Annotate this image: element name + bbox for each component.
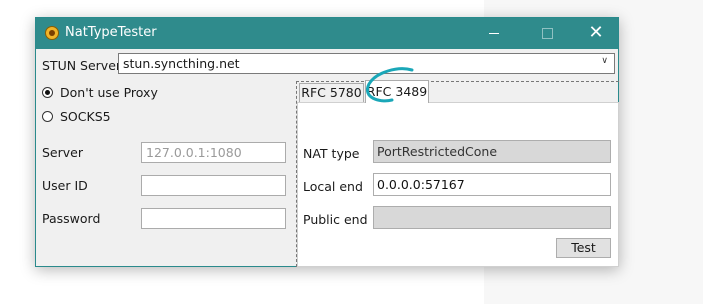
socks5-radio[interactable]: SOCKS5 bbox=[42, 108, 152, 126]
no-proxy-radio[interactable]: Don't use Proxy bbox=[42, 84, 158, 102]
public-end-field[interactable] bbox=[373, 206, 611, 229]
password-label: Password bbox=[42, 211, 101, 226]
minimize-icon bbox=[489, 33, 499, 34]
public-end-label: Public end bbox=[303, 212, 368, 227]
user-id-label: User ID bbox=[42, 178, 88, 193]
close-button[interactable]: ✕ bbox=[574, 18, 618, 49]
radio-unselected-icon[interactable] bbox=[42, 111, 53, 122]
nat-type-value: PortRestrictedCone bbox=[377, 144, 498, 159]
server-input[interactable]: 127.0.0.1:1080 bbox=[141, 142, 286, 163]
minimize-button[interactable] bbox=[472, 18, 516, 49]
close-icon: ✕ bbox=[588, 22, 604, 43]
nat-type-label: NAT type bbox=[303, 146, 360, 161]
maximize-button[interactable] bbox=[525, 18, 569, 49]
server-value: 127.0.0.1:1080 bbox=[146, 145, 242, 160]
nat-type-field[interactable]: PortRestrictedCone bbox=[373, 140, 611, 163]
stun-server-label: STUN Server bbox=[42, 58, 122, 73]
test-button[interactable]: Test bbox=[556, 238, 611, 258]
local-end-value: 0.0.0.0:57167 bbox=[377, 177, 465, 192]
no-proxy-label: Don't use Proxy bbox=[60, 85, 158, 100]
tab-rfc5780[interactable]: RFC 5780 bbox=[299, 83, 364, 103]
title-bar[interactable]: NatTypeTester ✕ bbox=[36, 18, 618, 49]
server-label: Server bbox=[42, 145, 83, 160]
maximize-icon bbox=[542, 28, 553, 39]
password-input[interactable] bbox=[141, 208, 286, 229]
stun-server-value: stun.syncthing.net bbox=[123, 56, 240, 71]
local-end-field[interactable]: 0.0.0.0:57167 bbox=[373, 173, 611, 196]
socks5-label: SOCKS5 bbox=[60, 109, 111, 124]
window-title: NatTypeTester bbox=[65, 25, 157, 40]
app-icon bbox=[45, 26, 59, 40]
tab-rfc3489[interactable]: RFC 3489 bbox=[365, 80, 429, 103]
user-id-input[interactable] bbox=[141, 175, 286, 196]
stun-server-combo[interactable]: stun.syncthing.net ∨ bbox=[118, 53, 615, 74]
radio-selected-icon[interactable] bbox=[42, 87, 53, 98]
local-end-label: Local end bbox=[303, 179, 363, 194]
chevron-down-icon[interactable]: ∨ bbox=[601, 56, 608, 66]
app-window: NatTypeTester ✕ STUN Server stun.syncthi… bbox=[35, 17, 619, 267]
